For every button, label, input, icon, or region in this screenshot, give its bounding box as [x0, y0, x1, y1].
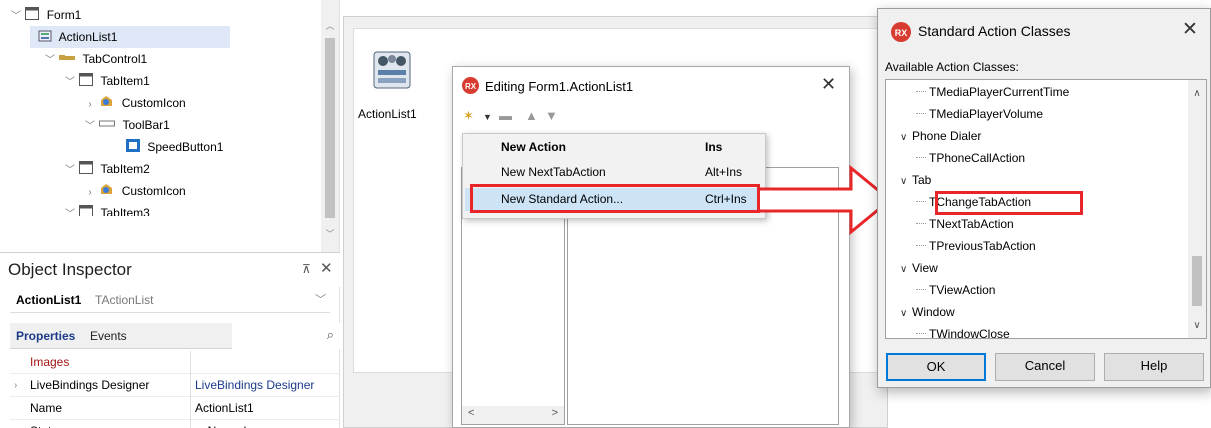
tree-item-tmediaplayercurrenttime[interactable]: TMediaPlayerCurrentTime	[916, 82, 1069, 103]
tree-item-tnexttabaction[interactable]: TNextTabAction	[916, 214, 1014, 235]
tree-item-label: Window	[912, 305, 955, 319]
ok-button[interactable]: OK	[886, 353, 986, 381]
tree-connector	[916, 280, 926, 290]
tree-connector	[916, 214, 926, 224]
help-button[interactable]: Help	[1104, 353, 1204, 381]
tree-item-label: TViewAction	[929, 283, 996, 297]
tree-connector	[916, 104, 926, 114]
close-icon[interactable]: ✕	[1182, 18, 1198, 41]
chevron-down-icon[interactable]: ∨	[900, 259, 912, 280]
tree-item-tviewaction[interactable]: TViewAction	[916, 280, 995, 301]
tree-item-tphonecallaction[interactable]: TPhoneCallAction	[916, 148, 1025, 169]
available-classes-caption: Available Action Classes:	[885, 60, 1019, 74]
chevron-down-icon[interactable]: ∨	[900, 171, 912, 192]
tree-connector	[916, 82, 926, 92]
tree-scrollbar[interactable]: ∧ ∨	[1188, 80, 1206, 338]
tree-item-label: TMediaPlayerCurrentTime	[929, 85, 1070, 99]
svg-text:RX: RX	[895, 28, 908, 38]
tree-connector	[916, 236, 926, 246]
cancel-button[interactable]: Cancel	[995, 353, 1095, 381]
chevron-down-icon[interactable]: ∨	[900, 303, 912, 324]
tree-connector	[916, 192, 926, 202]
tree-item-view[interactable]: ∨ View	[900, 258, 938, 279]
tree-item-label: TPhoneCallAction	[929, 151, 1026, 165]
tree-item-tab[interactable]: ∨ Tab	[900, 170, 931, 191]
tree-item-label: TNextTabAction	[929, 217, 1014, 231]
rx-logo-icon: RX	[891, 22, 911, 45]
tree-connector	[916, 148, 926, 158]
highlight-box	[935, 191, 1083, 215]
tree-item-label: TPreviousTabAction	[929, 239, 1036, 253]
scroll-up-icon[interactable]: ∧	[1188, 88, 1206, 99]
tree-item-phone-dialer[interactable]: ∨ Phone Dialer	[900, 126, 981, 147]
tree-item-tprevioustabaction[interactable]: TPreviousTabAction	[916, 236, 1036, 257]
tree-item-label: View	[912, 261, 938, 275]
tree-item-label: TMediaPlayerVolume	[929, 107, 1044, 121]
scroll-thumb[interactable]	[1192, 256, 1202, 306]
dialog-title: Standard Action Classes	[918, 23, 1071, 39]
tree-connector	[916, 324, 926, 334]
tree-item-label: Phone Dialer	[912, 129, 982, 143]
tree-item-label: TWindowClose	[929, 327, 1010, 338]
scroll-down-icon[interactable]: ∨	[1188, 320, 1206, 331]
tree-item-tmediaplayervolume[interactable]: TMediaPlayerVolume	[916, 104, 1043, 125]
tree-item-window[interactable]: ∨ Window	[900, 302, 955, 323]
chevron-down-icon[interactable]: ∨	[900, 127, 912, 148]
tree-item-label: Tab	[912, 173, 932, 187]
tree-item-twindowclose[interactable]: TWindowClose	[916, 324, 1010, 338]
